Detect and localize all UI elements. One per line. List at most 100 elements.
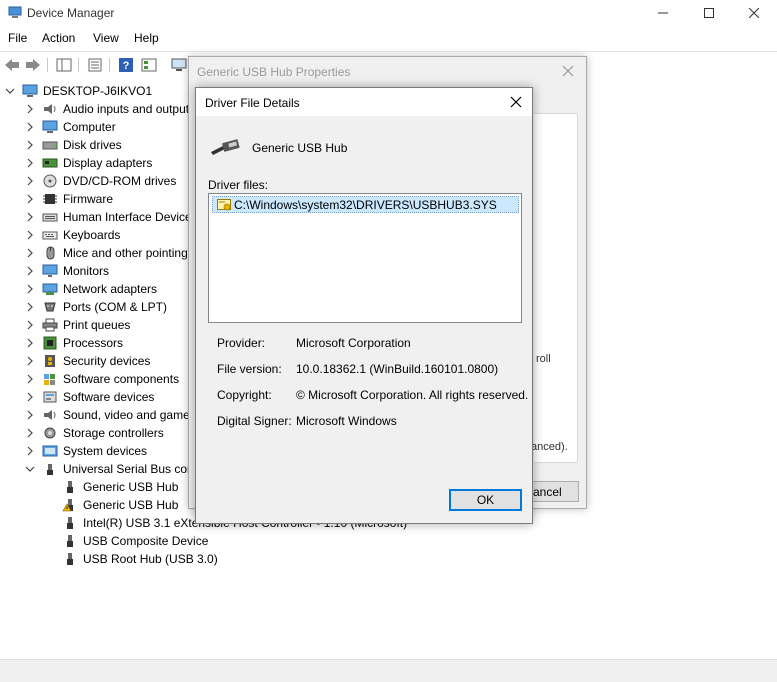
security-device-icon bbox=[45, 355, 55, 367]
help-button[interactable]: ? bbox=[117, 56, 135, 74]
tree-category[interactable]: Computer bbox=[24, 118, 116, 136]
chevron-right-icon[interactable] bbox=[24, 391, 36, 403]
tree-device[interactable]: USB Composite Device bbox=[62, 532, 208, 550]
tree-category[interactable]: Keyboards bbox=[24, 226, 120, 244]
chevron-right-icon[interactable] bbox=[24, 427, 36, 439]
software-component-icon bbox=[44, 374, 55, 385]
chevron-right-icon[interactable] bbox=[24, 319, 36, 331]
chevron-right-icon[interactable] bbox=[24, 139, 36, 151]
tree-category[interactable]: Human Interface Devices bbox=[24, 208, 198, 226]
chevron-right-icon[interactable] bbox=[24, 103, 36, 115]
svg-text:?: ? bbox=[123, 60, 130, 72]
chevron-right-icon[interactable] bbox=[24, 355, 36, 367]
chevron-right-icon[interactable] bbox=[24, 211, 36, 223]
chevron-right-icon[interactable] bbox=[24, 373, 36, 385]
usb-device-icon bbox=[67, 481, 73, 493]
close-button[interactable] bbox=[731, 0, 777, 26]
chevron-down-icon[interactable] bbox=[4, 85, 16, 97]
speaker-icon bbox=[44, 104, 56, 114]
printer-icon bbox=[42, 318, 58, 332]
tree-device[interactable]: Generic USB Hub bbox=[62, 496, 178, 514]
mouse-icon bbox=[46, 246, 55, 260]
resources-icon bbox=[141, 58, 157, 72]
network-adapter-icon bbox=[42, 283, 58, 295]
chevron-right-icon[interactable] bbox=[24, 445, 36, 457]
scan-hardware-button[interactable] bbox=[170, 56, 188, 74]
chevron-right-icon[interactable] bbox=[24, 337, 36, 349]
chevron-right-icon[interactable] bbox=[24, 121, 36, 133]
usb-icon bbox=[47, 464, 53, 475]
tree-category-label: Audio inputs and outputs bbox=[63, 102, 196, 116]
back-button[interactable] bbox=[3, 56, 21, 74]
device-manager-icon bbox=[8, 6, 22, 18]
properties-close-button[interactable] bbox=[558, 61, 578, 81]
show-hide-console-tree-button[interactable] bbox=[55, 56, 73, 74]
monitor-icon bbox=[42, 264, 58, 277]
computer-icon bbox=[42, 120, 58, 133]
tree-category-label: Security devices bbox=[63, 354, 151, 368]
tree-category[interactable]: Ports (COM & LPT) bbox=[24, 298, 167, 316]
properties-cancel-button[interactable]: ancel bbox=[531, 481, 579, 502]
maximize-button[interactable] bbox=[686, 0, 732, 26]
tree-category-label: Keyboards bbox=[63, 228, 121, 242]
device-name: Generic USB Hub bbox=[252, 141, 348, 155]
processor-icon bbox=[43, 336, 57, 350]
chevron-right-icon[interactable] bbox=[24, 229, 36, 241]
chevron-right-icon[interactable] bbox=[24, 193, 36, 205]
menu-action[interactable]: Action bbox=[42, 31, 75, 45]
view-resources-button[interactable] bbox=[140, 56, 158, 74]
tree-category-label: Ports (COM & LPT) bbox=[63, 300, 168, 314]
menu-view[interactable]: View bbox=[93, 31, 119, 45]
tree-category-label: Print queues bbox=[63, 318, 131, 332]
tree-category[interactable]: Monitors bbox=[24, 262, 109, 280]
chevron-right-icon[interactable] bbox=[24, 409, 36, 421]
tree-category[interactable]: Software components bbox=[24, 370, 179, 388]
software-device-icon bbox=[43, 391, 57, 403]
properties-button[interactable] bbox=[86, 56, 104, 74]
driver-files-list[interactable]: C:\Windows\system32\DRIVERS\USBHUB3.SYS bbox=[208, 193, 522, 323]
driver-file-item[interactable]: C:\Windows\system32\DRIVERS\USBHUB3.SYS bbox=[212, 196, 519, 213]
driver-files-label: Driver files: bbox=[208, 178, 269, 192]
tree-category[interactable]: Print queues bbox=[24, 316, 130, 334]
menu-help[interactable]: Help bbox=[134, 31, 159, 45]
tree-root[interactable]: DESKTOP-J6IKVO1 bbox=[4, 82, 152, 100]
chevron-right-icon[interactable] bbox=[24, 247, 36, 259]
tree-category-label: Software devices bbox=[63, 390, 155, 404]
tree-category[interactable]: Firmware bbox=[24, 190, 113, 208]
tree-category[interactable]: Processors bbox=[24, 334, 123, 352]
chevron-right-icon[interactable] bbox=[24, 301, 36, 313]
tree-category[interactable]: System devices bbox=[24, 442, 147, 460]
tree-device[interactable]: Generic USB Hub bbox=[62, 478, 178, 496]
chevron-down-icon[interactable] bbox=[24, 463, 36, 475]
tree-category[interactable]: Disk drives bbox=[24, 136, 122, 154]
tree-category[interactable]: Network adapters bbox=[24, 280, 157, 298]
title-bar: Device Manager bbox=[0, 0, 777, 28]
tree-category[interactable]: Storage controllers bbox=[24, 424, 164, 442]
dialog-close-button[interactable] bbox=[506, 92, 526, 112]
tree-category-label: Display adapters bbox=[63, 156, 153, 170]
tree-category[interactable]: Display adapters bbox=[24, 154, 152, 172]
tree-device[interactable]: USB Root Hub (USB 3.0) bbox=[62, 550, 218, 568]
minimize-button[interactable] bbox=[640, 0, 686, 26]
tree-category-label: Network adapters bbox=[63, 282, 158, 296]
status-bar bbox=[0, 659, 777, 682]
port-icon bbox=[44, 302, 56, 312]
ok-button[interactable]: OK bbox=[449, 489, 522, 511]
system-device-icon bbox=[42, 445, 58, 457]
menu-file[interactable]: File bbox=[8, 31, 27, 45]
disk-drive-icon bbox=[42, 141, 58, 150]
chevron-right-icon[interactable] bbox=[24, 283, 36, 295]
chevron-right-icon[interactable] bbox=[24, 265, 36, 277]
back-arrow-icon bbox=[5, 59, 19, 71]
usb-device-icon bbox=[67, 517, 73, 529]
properties-dialog-title: Generic USB Hub Properties bbox=[197, 65, 351, 79]
tree-device-label: Generic USB Hub bbox=[83, 480, 179, 494]
chevron-right-icon[interactable] bbox=[24, 157, 36, 169]
tree-category[interactable]: Security devices bbox=[24, 352, 150, 370]
chevron-right-icon[interactable] bbox=[24, 175, 36, 187]
forward-button[interactable] bbox=[24, 56, 42, 74]
tree-category[interactable]: DVD/CD-ROM drives bbox=[24, 172, 176, 190]
tree-category[interactable]: Software devices bbox=[24, 388, 154, 406]
tree-category[interactable]: Audio inputs and outputs bbox=[24, 100, 195, 118]
help-icon: ? bbox=[119, 58, 133, 72]
